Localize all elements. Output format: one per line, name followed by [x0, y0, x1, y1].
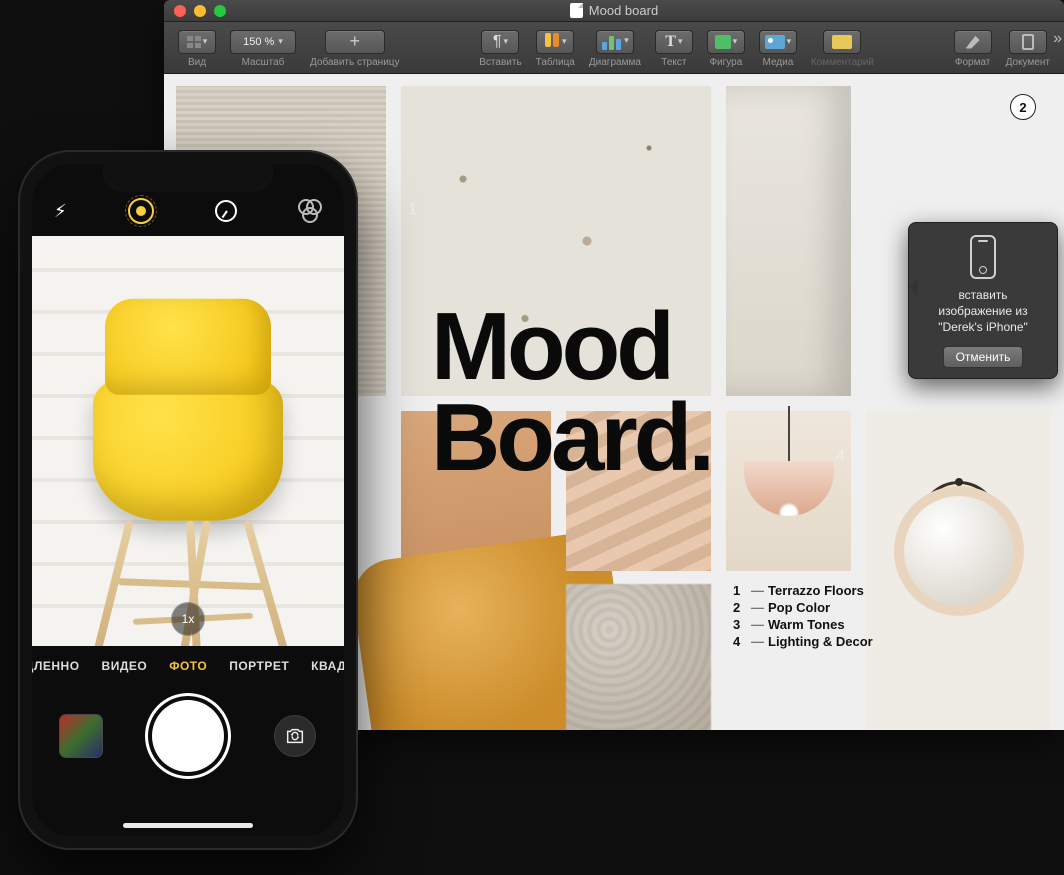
home-indicator[interactable]	[123, 823, 253, 828]
mode-portrait[interactable]: ПОРТРЕТ	[229, 659, 289, 673]
insert-label: Вставить	[479, 57, 521, 68]
timer-icon[interactable]	[215, 200, 237, 222]
image-tile-plaster[interactable]	[726, 86, 851, 396]
chart-icon	[601, 36, 622, 50]
switch-camera-button[interactable]	[274, 715, 316, 757]
toolbar-overflow-icon[interactable]: »	[1053, 30, 1062, 48]
table-button[interactable]: ▾ Таблица	[530, 28, 581, 68]
document-button[interactable]: Документ	[1000, 28, 1056, 68]
legend-item: 2—Pop Color	[733, 600, 873, 615]
text-icon: T	[665, 33, 676, 51]
format-icon	[966, 35, 980, 49]
mode-square[interactable]: КВАДРАТ	[311, 659, 344, 673]
media-label: Медиа	[763, 57, 794, 68]
flash-icon[interactable]: ⚡︎	[54, 201, 67, 222]
document-icon-btn	[1022, 34, 1034, 50]
switch-camera-icon	[284, 725, 306, 747]
iphone-notch	[103, 164, 273, 192]
document-headline[interactable]: Mood Board.	[431, 301, 711, 483]
insert-button[interactable]: ¶▾ Вставить	[473, 28, 527, 68]
mode-video[interactable]: ВИДЕО	[102, 659, 148, 673]
shape-label: Фигура	[709, 57, 742, 68]
zoom-label: Масштаб	[242, 57, 285, 68]
lamp-graphic	[744, 406, 834, 516]
document-label: Документ	[1006, 57, 1050, 68]
shutter-button[interactable]	[152, 700, 224, 772]
image-tile-fur[interactable]	[566, 584, 711, 730]
toolbar: ▾ Вид 150 % ▾ Масштаб + Добавить страниц…	[164, 22, 1064, 74]
callout-marker-1[interactable]: 1	[408, 201, 417, 219]
mode-photo[interactable]: ФОТО	[169, 659, 207, 673]
mode-slow[interactable]: МЕДЛЕННО	[32, 659, 80, 673]
camera-viewfinder[interactable]: 1x	[32, 236, 344, 646]
mirror-graphic	[894, 481, 1024, 616]
legend-item: 1—Terrazzo Floors	[733, 583, 873, 598]
comment-icon	[832, 35, 852, 49]
zoom-level-button[interactable]: 1x	[171, 602, 205, 636]
media-button[interactable]: ▾ Медиа	[753, 28, 803, 68]
plus-icon: +	[349, 31, 360, 52]
zoom-value: 150 %	[243, 36, 274, 48]
format-button[interactable]: Формат	[948, 28, 998, 68]
zoom-control[interactable]: 150 % ▾ Масштаб	[224, 28, 302, 68]
window-titlebar[interactable]: Mood board	[164, 0, 1064, 22]
last-photo-thumbnail[interactable]	[60, 715, 102, 757]
viewfinder-subject-chair	[93, 380, 283, 520]
cancel-button[interactable]: Отменить	[943, 346, 1024, 368]
add-page-button[interactable]: + Добавить страницу	[304, 28, 406, 68]
shape-button[interactable]: ▾ Фигура	[701, 28, 751, 68]
chart-label: Диаграмма	[589, 57, 641, 68]
legend-item: 3—Warm Tones	[733, 617, 873, 632]
text-button[interactable]: T▾ Текст	[649, 28, 699, 68]
view-icon	[187, 36, 201, 48]
headline-line1: Mood	[431, 301, 711, 392]
image-tile-mirror[interactable]	[866, 411, 1051, 730]
table-label: Таблица	[536, 57, 575, 68]
legend-list: 1—Terrazzo Floors 2—Pop Color 3—Warm Ton…	[733, 581, 873, 651]
popover-text: вставить изображение из "Derek's iPhone"	[921, 287, 1045, 336]
view-label: Вид	[188, 57, 206, 68]
camera-shutter-row	[32, 686, 344, 786]
filters-icon[interactable]	[298, 199, 322, 223]
image-tile-lamp[interactable]	[726, 411, 851, 571]
shape-icon	[715, 35, 731, 49]
media-icon	[765, 35, 785, 49]
format-label: Формат	[955, 57, 991, 68]
window-title: Mood board	[164, 3, 1064, 18]
comment-label: Комментарий	[811, 57, 874, 68]
callout-marker-4[interactable]: 4	[836, 448, 845, 466]
legend-item: 4—Lighting & Decor	[733, 634, 873, 649]
table-icon	[544, 33, 560, 50]
live-photo-icon[interactable]	[128, 198, 154, 224]
window-title-text: Mood board	[589, 3, 658, 18]
add-page-label: Добавить страницу	[310, 57, 400, 68]
iphone-outline-icon	[970, 235, 996, 279]
continuity-camera-popover: вставить изображение из "Derek's iPhone"…	[908, 222, 1058, 379]
paragraph-icon: ¶	[493, 33, 502, 51]
iphone-device: ⚡︎ 1x МЕДЛЕННО ВИДЕО ФОТО ПОРТРЕТ КВАДРА…	[18, 150, 358, 850]
comment-button[interactable]: Комментарий	[805, 28, 880, 68]
text-label: Текст	[661, 57, 686, 68]
chart-button[interactable]: ▾ Диаграмма	[583, 28, 647, 68]
view-button[interactable]: ▾ Вид	[172, 28, 222, 68]
camera-mode-strip[interactable]: МЕДЛЕННО ВИДЕО ФОТО ПОРТРЕТ КВАДРАТ	[32, 646, 344, 686]
document-icon	[570, 3, 583, 18]
iphone-screen: ⚡︎ 1x МЕДЛЕННО ВИДЕО ФОТО ПОРТРЕТ КВАДРА…	[32, 164, 344, 836]
headline-line2: Board.	[431, 392, 711, 483]
callout-marker-2[interactable]: 2	[1010, 94, 1036, 120]
